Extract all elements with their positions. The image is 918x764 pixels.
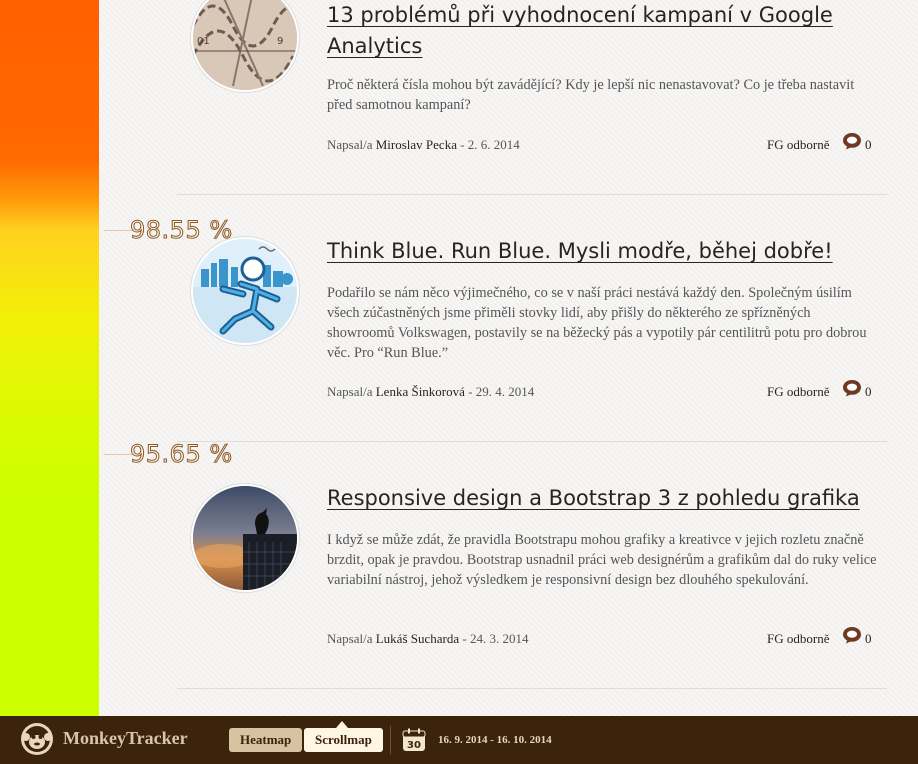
article-title-link[interactable]: 13 problémů při vyhodnocení kampaní v Go… xyxy=(327,0,867,62)
article-excerpt: Podařilo se nám něco výjimečného, co se … xyxy=(327,285,867,361)
scroll-percentage: 98.55 % xyxy=(130,216,233,245)
monkeytracker-toolbar: MonkeyTracker Heatmap Scrollmap 30 16. 9… xyxy=(0,716,918,764)
bird-sunset-icon xyxy=(193,486,297,590)
chart-lines-icon: 01 9 xyxy=(193,0,297,90)
article-meta: Napsal/a Miroslav Pecka - 2. 6. 2014 xyxy=(327,137,520,153)
article-thumbnail[interactable] xyxy=(191,484,299,592)
author-prefix: Napsal/a xyxy=(327,137,373,152)
article-separator xyxy=(177,688,887,689)
article-title-link[interactable]: Think Blue. Run Blue. Mysli modře, běhej… xyxy=(327,236,867,267)
article-title-link[interactable]: Responsive design a Bootstrap 3 z pohled… xyxy=(327,483,867,514)
comment-count: 0 xyxy=(865,631,872,646)
article-date: - 2. 6. 2014 xyxy=(456,137,520,152)
article-separator xyxy=(177,194,887,195)
author-link[interactable]: Miroslav Pecka xyxy=(376,137,457,152)
svg-text:9: 9 xyxy=(277,36,283,47)
comment-bubble-icon[interactable] xyxy=(842,626,862,644)
scroll-percentage: 95.65 % xyxy=(130,440,233,469)
scrollmap-gradient xyxy=(0,0,99,716)
category-link[interactable]: FG odborně xyxy=(767,384,829,400)
article-meta: Napsal/a Lukáš Sucharda - 24. 3. 2014 xyxy=(327,631,528,647)
article-thumbnail[interactable] xyxy=(191,237,299,345)
date-range[interactable]: 16. 9. 2014 - 16. 10. 2014 xyxy=(438,734,552,746)
monkey-logo-icon xyxy=(21,723,53,755)
article-meta: Napsal/a Lenka Šinkorová - 29. 4. 2014 xyxy=(327,384,534,400)
article-date: - 24. 3. 2014 xyxy=(459,631,529,646)
active-indicator-arrow xyxy=(336,721,348,728)
comment-count: 0 xyxy=(865,384,872,399)
scrollmap-button[interactable]: Scrollmap xyxy=(304,728,383,752)
scroll-marker-line xyxy=(104,454,132,455)
comment-bubble-icon[interactable] xyxy=(842,132,862,150)
article-separator xyxy=(177,441,887,442)
calendar-day: 30 xyxy=(407,740,421,751)
category-link[interactable]: FG odborně xyxy=(767,137,829,153)
calendar-icon[interactable]: 30 xyxy=(402,728,426,752)
svg-text:01: 01 xyxy=(197,36,210,47)
toolbar-divider xyxy=(390,726,391,754)
comment-bubble-icon[interactable] xyxy=(842,379,862,397)
author-link[interactable]: Lenka Šinkorová xyxy=(376,384,465,399)
article-date: - 29. 4. 2014 xyxy=(464,384,535,399)
category-link[interactable]: FG odborně xyxy=(767,631,829,647)
author-link[interactable]: Lukáš Sucharda xyxy=(376,631,459,646)
brand-name: MonkeyTracker xyxy=(63,728,188,748)
heatmap-button[interactable]: Heatmap xyxy=(229,728,303,752)
scroll-marker-line xyxy=(104,230,132,231)
runner-icon xyxy=(193,239,297,343)
comment-count: 0 xyxy=(865,137,872,152)
article-excerpt: I když se může zdát, že pravidla Bootstr… xyxy=(327,532,877,588)
article-excerpt: Proč některá čísla mohou být zavádějící?… xyxy=(327,77,855,113)
author-prefix: Napsal/a xyxy=(327,631,373,646)
author-prefix: Napsal/a xyxy=(327,384,373,399)
